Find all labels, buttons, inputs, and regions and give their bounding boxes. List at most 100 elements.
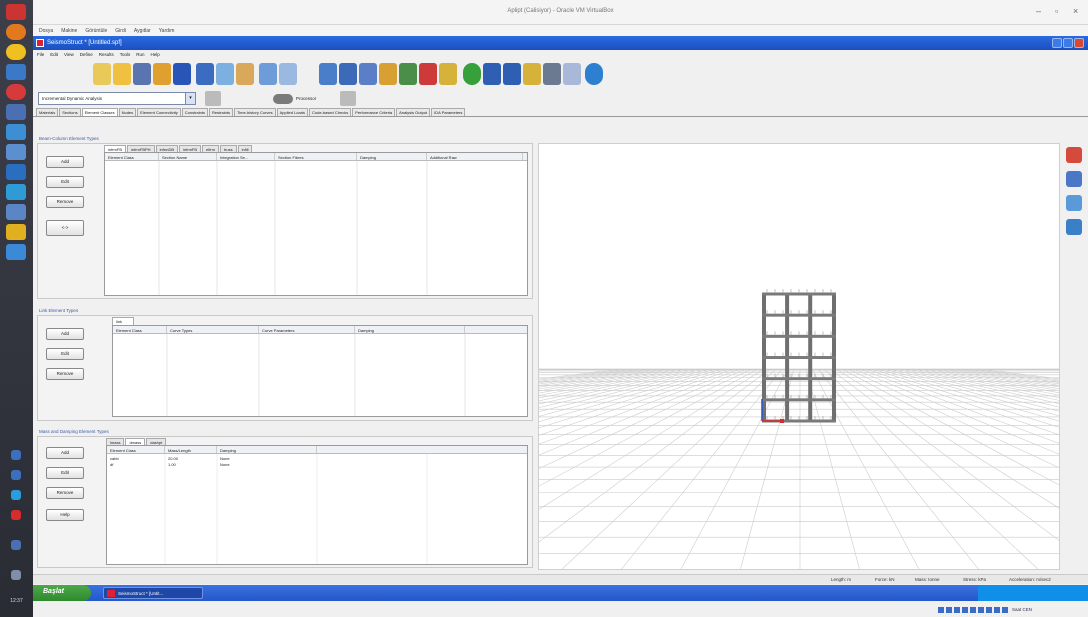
beam-column-swap-button[interactable]: <-> xyxy=(46,220,84,236)
frame-icon[interactable] xyxy=(339,63,357,85)
cd-icon[interactable] xyxy=(946,606,952,613)
host-menu-item[interactable]: Girdi xyxy=(115,28,126,34)
menu-file[interactable]: File xyxy=(37,52,44,57)
copy-icon[interactable] xyxy=(216,63,234,85)
tab-performance-criteria[interactable]: Performance Criteria xyxy=(352,108,396,116)
report-icon[interactable] xyxy=(523,63,541,85)
launcher-app-icon[interactable] xyxy=(11,510,21,520)
tab-code-based-checks[interactable]: Code-based Checks xyxy=(308,108,352,116)
launcher-app-icon[interactable] xyxy=(11,470,21,480)
launcher-app-icon[interactable] xyxy=(11,540,21,550)
launcher-app-icon[interactable] xyxy=(6,4,26,20)
launcher-app-icon[interactable] xyxy=(6,184,26,200)
keyboard-icon[interactable] xyxy=(1002,606,1008,613)
mass-table[interactable]: Element Class Mass/Length Damping cabb 2… xyxy=(106,445,528,565)
host-menu-item[interactable]: Görüntüle xyxy=(85,28,107,34)
column-header[interactable]: Damping xyxy=(217,446,317,453)
app-maximize-button[interactable] xyxy=(1063,38,1073,48)
host-menu-item[interactable]: Dosya xyxy=(39,28,53,34)
launcher-app-icon[interactable] xyxy=(11,490,21,500)
display-icon[interactable] xyxy=(978,606,984,613)
mass-remove-button[interactable]: Remove xyxy=(46,487,84,499)
column-header[interactable]: Additional Raw xyxy=(427,153,523,160)
post-processor-button[interactable] xyxy=(340,90,359,107)
launcher-app-icon[interactable] xyxy=(6,164,26,180)
launcher-app-icon[interactable] xyxy=(6,24,26,40)
launcher-app-icon[interactable] xyxy=(6,84,26,100)
launcher-app-icon[interactable] xyxy=(6,244,26,260)
link-add-button[interactable]: Add xyxy=(46,328,84,340)
host-menu-item[interactable]: Yardım xyxy=(159,28,175,34)
mass-edit-button[interactable]: Edit xyxy=(46,467,84,479)
tab-element-classes[interactable]: Element Classes xyxy=(81,108,118,116)
bucket-icon[interactable] xyxy=(419,63,437,85)
tab-analysis-output[interactable]: Analysis Output xyxy=(396,108,431,116)
tab-constraints[interactable]: Constraints xyxy=(181,108,208,116)
processor-button[interactable]: Processor xyxy=(273,90,316,107)
save-icon[interactable] xyxy=(173,63,191,85)
menu-help[interactable]: Help xyxy=(151,52,160,57)
launcher-app-icon[interactable] xyxy=(11,570,21,580)
taskbar-item-seismostruct[interactable]: SeismoStruct * [Untit... xyxy=(103,587,203,599)
move-icon[interactable] xyxy=(1066,195,1082,211)
launcher-app-icon[interactable] xyxy=(6,104,26,120)
column-header[interactable]: Curve Parameters xyxy=(259,326,355,333)
run-icon[interactable] xyxy=(463,63,481,85)
disk-icon[interactable] xyxy=(954,606,960,613)
pre-processor-button[interactable] xyxy=(205,90,224,107)
table-row[interactable]: df 1.00 None xyxy=(107,462,527,468)
column-header[interactable]: Mass/Length xyxy=(165,446,217,453)
tab-applied-loads[interactable]: Applied Loads xyxy=(276,108,308,116)
column-header[interactable]: Damping xyxy=(357,153,427,160)
tab-materials[interactable]: Materials xyxy=(36,108,59,116)
tools-icon[interactable] xyxy=(563,63,581,85)
table-icon[interactable] xyxy=(399,63,417,85)
folder-icon[interactable] xyxy=(962,606,968,613)
list-icon[interactable] xyxy=(133,63,151,85)
column-header[interactable]: Element Class xyxy=(113,326,167,333)
menu-results[interactable]: Results xyxy=(99,52,114,57)
column-header[interactable]: Curve Types xyxy=(167,326,259,333)
record-icon[interactable] xyxy=(986,606,992,613)
launcher-app-icon[interactable] xyxy=(6,204,26,220)
pointer-icon[interactable] xyxy=(93,63,111,85)
close-icon[interactable]: × xyxy=(1073,6,1078,16)
mass-add-button[interactable]: Add xyxy=(46,447,84,459)
launcher-app-icon[interactable] xyxy=(6,44,26,60)
tab-ida-parameters[interactable]: IDA Parameters xyxy=(431,108,466,116)
host-window-titlebar[interactable]: Aplipt (Calisiyor) - Oracle VM VirtualBo… xyxy=(33,0,1088,25)
cube-icon[interactable] xyxy=(1066,219,1082,235)
column-header[interactable]: Section Fibres xyxy=(275,153,357,160)
host-menu-item[interactable]: Makine xyxy=(61,28,77,34)
column-header[interactable]: Section Name xyxy=(159,153,217,160)
column-header[interactable]: Damping xyxy=(355,326,465,333)
launcher-app-icon[interactable] xyxy=(11,450,21,460)
menu-edit[interactable]: Edit xyxy=(50,52,58,57)
mass-help-button[interactable]: Help xyxy=(46,509,84,521)
redo-icon[interactable] xyxy=(279,63,297,85)
host-menu-item[interactable]: Aygıtlar xyxy=(134,28,151,34)
menu-tools[interactable]: Tools xyxy=(120,52,131,57)
tab-restraints[interactable]: Restraints xyxy=(208,108,233,116)
launcher-app-icon[interactable] xyxy=(6,144,26,160)
start-button[interactable]: Başlat xyxy=(33,585,91,601)
open-folder-icon[interactable] xyxy=(113,63,131,85)
people-icon[interactable] xyxy=(543,63,561,85)
maximize-icon[interactable]: ▫ xyxy=(1055,6,1058,16)
wand-icon[interactable] xyxy=(153,63,171,85)
beam-column-remove-button[interactable]: Remove xyxy=(46,196,84,208)
beam-column-add-button[interactable]: Add xyxy=(46,156,84,168)
link-edit-button[interactable]: Edit xyxy=(46,348,84,360)
link-table[interactable]: Element Class Curve Types Curve Paramete… xyxy=(112,325,528,417)
launcher-app-icon[interactable] xyxy=(6,224,26,240)
analysis-type-select[interactable]: Incremental Dynamic Analysis ▾ xyxy=(38,92,196,105)
menu-run[interactable]: Run xyxy=(136,52,144,57)
tab-link[interactable]: link xyxy=(112,317,134,325)
beam-column-edit-button[interactable]: Edit xyxy=(46,176,84,188)
chart-icon[interactable] xyxy=(196,63,214,85)
menu-define[interactable]: Define xyxy=(80,52,93,57)
minimize-icon[interactable]: – xyxy=(1036,6,1041,16)
grid-icon[interactable] xyxy=(379,63,397,85)
info-icon[interactable] xyxy=(1066,171,1082,187)
tab-element-connectivity[interactable]: Element Connectivity xyxy=(137,108,181,116)
